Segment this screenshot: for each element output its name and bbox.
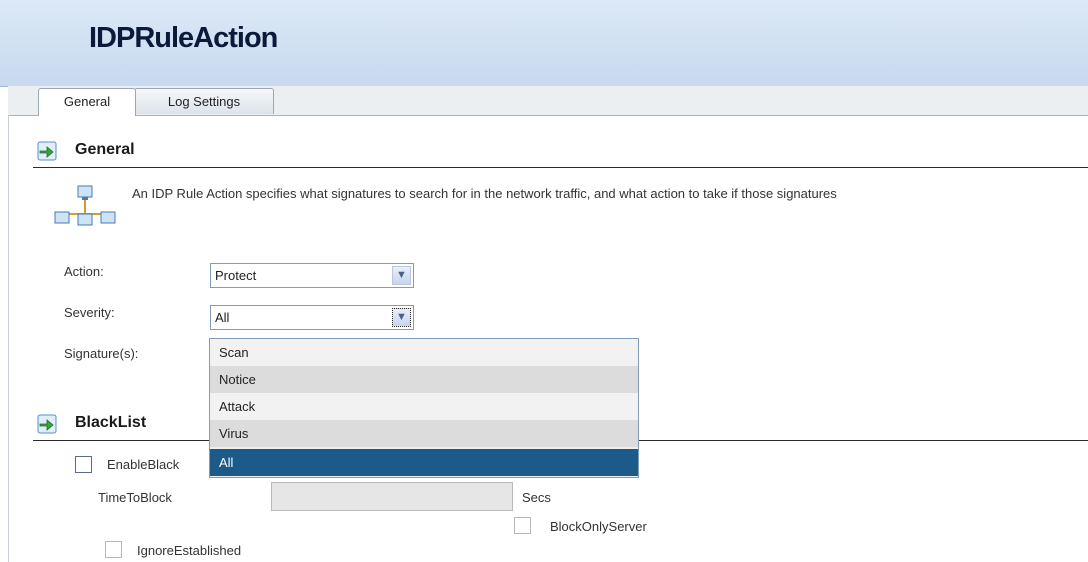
page-header: IDPRuleAction — [0, 0, 1088, 87]
enable-blacklist-label: EnableBlack — [107, 457, 180, 472]
signatures-label: Signature(s): — [64, 346, 139, 361]
severity-option-notice[interactable]: Notice — [210, 366, 638, 393]
chevron-down-icon[interactable]: ▼ — [392, 266, 411, 285]
general-description: An IDP Rule Action specifies what signat… — [132, 186, 837, 201]
tab-bar: General Log Settings — [8, 86, 1088, 116]
network-computers-icon — [54, 185, 116, 226]
action-select[interactable]: Protect ▼ — [210, 263, 414, 288]
general-section-title: General — [75, 141, 135, 158]
chevron-down-icon[interactable]: ▼ — [392, 308, 411, 327]
green-arrow-section-icon — [37, 414, 57, 434]
secs-label: Secs — [522, 490, 551, 505]
time-to-block-label: TimeToBlock — [98, 490, 172, 505]
action-label: Action: — [64, 264, 104, 279]
severity-dropdown-list: Scan Notice Attack Virus All — [209, 338, 639, 478]
green-arrow-section-icon — [37, 141, 57, 161]
enable-blacklist-checkbox[interactable] — [75, 456, 92, 473]
blacklist-section-title: BlackList — [75, 414, 147, 431]
general-section-header: General — [33, 137, 1088, 168]
page-title: IDPRuleAction — [89, 22, 278, 54]
tab-log-settings[interactable]: Log Settings — [134, 88, 274, 114]
severity-select-value: All — [215, 310, 230, 325]
tab-general[interactable]: General — [38, 88, 136, 116]
severity-option-scan[interactable]: Scan — [210, 339, 638, 366]
severity-label: Severity: — [64, 305, 115, 320]
content-left-border — [8, 115, 9, 562]
block-only-server-checkbox[interactable] — [514, 517, 531, 534]
severity-option-all[interactable]: All — [210, 449, 638, 476]
action-select-value: Protect — [215, 268, 257, 283]
severity-select[interactable]: All ▼ — [210, 305, 414, 330]
time-to-block-input[interactable] — [271, 482, 513, 511]
severity-option-virus[interactable]: Virus — [210, 420, 638, 447]
severity-option-attack[interactable]: Attack — [210, 393, 638, 420]
ignore-established-checkbox[interactable] — [105, 541, 122, 558]
block-only-server-label: BlockOnlyServer — [550, 519, 647, 534]
ignore-established-label: IgnoreEstablished — [137, 543, 242, 558]
